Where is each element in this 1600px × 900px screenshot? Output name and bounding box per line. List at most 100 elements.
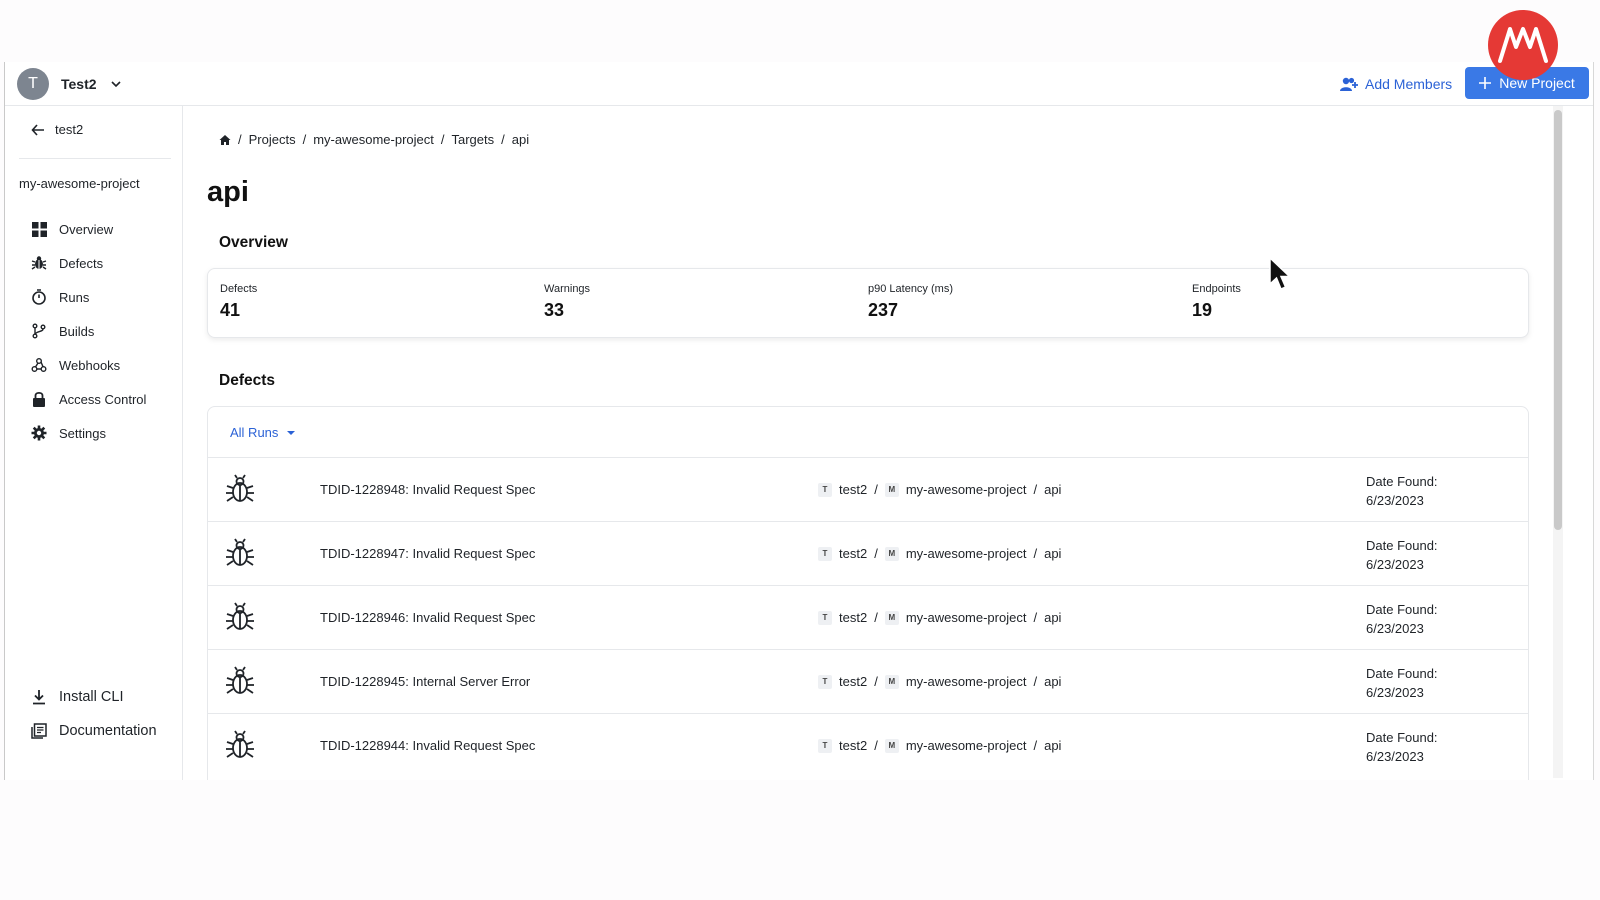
vertical-scrollbar[interactable] [1553, 106, 1563, 778]
path-project[interactable]: my-awesome-project [906, 482, 1027, 497]
date-found: Date Found: 6/23/2023 [1366, 472, 1438, 510]
path-separator: / [1033, 482, 1038, 497]
defect-path: T test2 / M my-awesome-project / api [818, 738, 1061, 753]
path-separator: / [874, 610, 878, 625]
defect-row[interactable]: TDID-1228947: Invalid Request Spec T tes… [208, 521, 1528, 585]
webhook-icon [31, 357, 47, 373]
path-project[interactable]: my-awesome-project [906, 546, 1027, 561]
defects-list: TDID-1228948: Invalid Request Spec T tes… [208, 457, 1528, 777]
defect-title[interactable]: TDID-1228947: Invalid Request Spec [320, 546, 535, 561]
grid-icon [31, 221, 47, 237]
breadcrumb-separator: / [501, 132, 505, 147]
bug-icon [226, 666, 254, 694]
org-chip: T [818, 674, 832, 689]
date-found-label: Date Found: [1366, 602, 1438, 617]
stat-label: Warnings [544, 283, 591, 295]
sidebar-nav: Overview Defects Runs Builds Webhooks Ac… [31, 212, 146, 450]
date-found-label: Date Found: [1366, 730, 1438, 745]
path-org[interactable]: test2 [839, 610, 867, 625]
sidebar-item-access-control[interactable]: Access Control [31, 382, 146, 416]
org-chip: T [818, 738, 832, 753]
defect-title[interactable]: TDID-1228945: Internal Server Error [320, 674, 530, 689]
project-name: my-awesome-project [19, 176, 140, 191]
home-icon[interactable] [219, 134, 231, 146]
page-title: api [207, 176, 249, 208]
defect-path: T test2 / M my-awesome-project / api [818, 674, 1061, 689]
sidebar-item-install-cli[interactable]: Install CLI [31, 680, 157, 714]
overview-heading: Overview [219, 234, 288, 251]
sidebar-item-documentation[interactable]: Documentation [31, 714, 157, 748]
defect-title[interactable]: TDID-1228944: Invalid Request Spec [320, 738, 535, 753]
back-link[interactable]: test2 [31, 122, 83, 137]
defect-row[interactable]: TDID-1228948: Invalid Request Spec T tes… [208, 457, 1528, 521]
breadcrumb-item[interactable]: Targets [452, 132, 495, 147]
caret-down-icon [287, 430, 296, 435]
date-found-label: Date Found: [1366, 666, 1438, 681]
path-separator: / [1033, 674, 1038, 689]
org-chip: T [818, 546, 832, 561]
bug-icon [226, 730, 254, 758]
path-separator: / [874, 546, 878, 561]
divider [19, 158, 171, 159]
path-target[interactable]: api [1044, 738, 1061, 753]
breadcrumb-item[interactable]: my-awesome-project [313, 132, 434, 147]
date-found: Date Found: 6/23/2023 [1366, 664, 1438, 702]
sidebar-item-runs[interactable]: Runs [31, 280, 146, 314]
defect-path: T test2 / M my-awesome-project / api [818, 546, 1061, 561]
path-target[interactable]: api [1044, 546, 1061, 561]
lock-icon [31, 391, 47, 407]
defect-row[interactable]: TDID-1228946: Invalid Request Spec T tes… [208, 585, 1528, 649]
git-branch-icon [31, 323, 47, 339]
main-content: / Projects / my-awesome-project / Target… [205, 106, 1565, 780]
avatar: T [17, 68, 49, 100]
docs-icon [31, 723, 47, 739]
path-project[interactable]: my-awesome-project [906, 610, 1027, 625]
sidebar-item-label: Documentation [59, 723, 157, 739]
stat-value: 19 [1192, 300, 1213, 320]
scrollbar-thumb[interactable] [1554, 110, 1562, 530]
sidebar-item-builds[interactable]: Builds [31, 314, 146, 348]
project-chip: M [884, 546, 899, 561]
stat-p90-latency: p90 Latency (ms) 237 [868, 283, 953, 321]
stopwatch-icon [31, 289, 47, 305]
date-found-value: 6/23/2023 [1366, 685, 1424, 700]
path-target[interactable]: api [1044, 482, 1061, 497]
date-found: Date Found: 6/23/2023 [1366, 600, 1438, 638]
download-icon [31, 689, 47, 705]
path-project[interactable]: my-awesome-project [906, 674, 1027, 689]
date-found-value: 6/23/2023 [1366, 749, 1424, 764]
sidebar-item-webhooks[interactable]: Webhooks [31, 348, 146, 382]
path-org[interactable]: test2 [839, 674, 867, 689]
back-label: test2 [55, 122, 84, 137]
defect-row[interactable]: TDID-1228945: Internal Server Error T te… [208, 649, 1528, 713]
defect-title[interactable]: TDID-1228948: Invalid Request Spec [320, 482, 535, 497]
arrow-left-icon [31, 123, 44, 136]
stat-value: 237 [868, 300, 899, 320]
logo-mark-icon [1498, 27, 1548, 63]
date-found-value: 6/23/2023 [1366, 621, 1424, 636]
sidebar-item-label: Builds [59, 323, 95, 339]
path-project[interactable]: my-awesome-project [906, 738, 1027, 753]
sidebar-item-overview[interactable]: Overview [31, 212, 146, 246]
defect-row[interactable]: TDID-1228944: Invalid Request Spec T tes… [208, 713, 1528, 777]
path-org[interactable]: test2 [839, 546, 867, 561]
breadcrumb-item[interactable]: Projects [249, 132, 296, 147]
path-target[interactable]: api [1044, 610, 1061, 625]
defect-title[interactable]: TDID-1228946: Invalid Request Spec [320, 610, 535, 625]
gear-icon [31, 425, 47, 441]
date-found-value: 6/23/2023 [1366, 557, 1424, 572]
project-chip: M [884, 738, 899, 753]
sidebar-item-settings[interactable]: Settings [31, 416, 146, 450]
runs-filter-dropdown[interactable]: All Runs [230, 425, 296, 440]
path-org[interactable]: test2 [839, 738, 867, 753]
app-window: T Test2 Add Members New Project test2 my… [4, 62, 1594, 780]
org-name: Test2 [61, 76, 97, 92]
path-target[interactable]: api [1044, 674, 1061, 689]
org-switcher[interactable]: T Test2 [17, 67, 123, 101]
project-chip: M [884, 674, 899, 689]
path-org[interactable]: test2 [839, 482, 867, 497]
add-members-button[interactable]: Add Members [1339, 74, 1452, 94]
sidebar-item-defects[interactable]: Defects [31, 246, 146, 280]
runs-filter-label: All Runs [230, 425, 279, 440]
stat-label: p90 Latency (ms) [868, 283, 953, 295]
